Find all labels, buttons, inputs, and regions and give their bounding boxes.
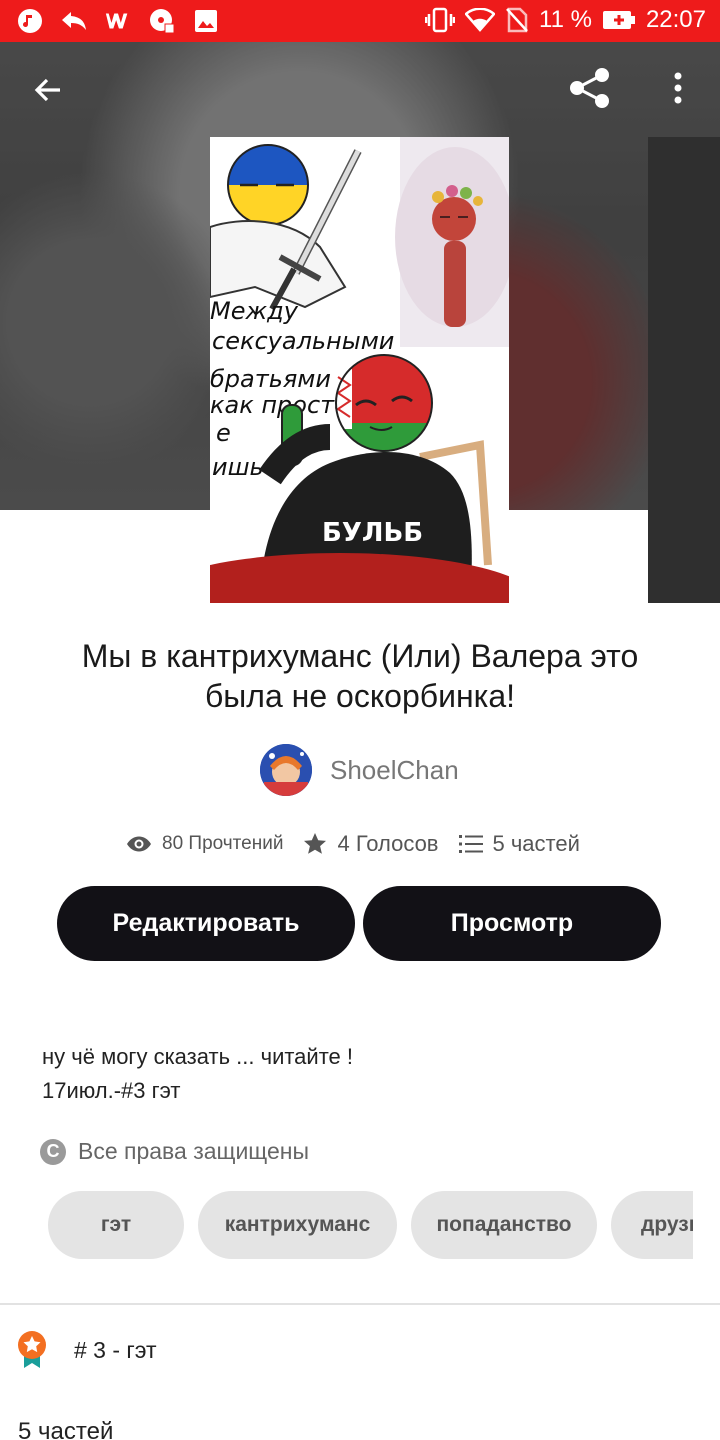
arrow-left-icon [34, 78, 60, 102]
no-sim-icon [505, 7, 529, 33]
cover-text-line-5: е [216, 419, 231, 447]
list-icon [458, 835, 483, 853]
votes-count: 4 Голосов [337, 831, 439, 856]
ranking-row[interactable]: # 3 - гэт [16, 1330, 157, 1370]
story-title: Мы в кантрихуманс (Или) Валера это была … [81, 638, 639, 714]
cover-text-line-6: ишь [212, 453, 264, 481]
battery-text: 11 % [539, 6, 592, 33]
reads-stat: 80 Прочтений [126, 833, 283, 855]
story-description: ну чё могу сказать ... читайте ! 17июл.-… [42, 1040, 353, 1108]
wifi-icon [465, 8, 496, 32]
ranking-label: # 3 - гэт [74, 1336, 157, 1363]
parts-stat: 5 частей [458, 831, 580, 857]
copyright-icon: C [40, 1138, 66, 1165]
author-avatar[interactable] [260, 744, 312, 796]
description-line-1: ну чё могу сказать ... читайте ! [42, 1044, 353, 1069]
reply-icon [60, 7, 88, 35]
star-icon [304, 833, 327, 854]
music-icon [16, 7, 44, 35]
back-button[interactable] [20, 62, 76, 118]
tag-chip[interactable]: друзья [611, 1191, 693, 1259]
next-cover-preview[interactable] [648, 137, 720, 603]
view-button[interactable]: Просмотр [363, 886, 661, 961]
notification-icons [16, 7, 220, 35]
section-divider [0, 1303, 720, 1305]
cover-text-line-2: сексуальными [212, 327, 394, 355]
ranking-badge-icon [18, 1331, 46, 1368]
cover-text-line-1: Между [210, 297, 299, 325]
tag-list: гэт кантрихуманс попаданство друзья [48, 1191, 693, 1259]
share-icon [570, 68, 609, 108]
cover-text-line-4: как просто [210, 391, 349, 419]
share-button[interactable] [562, 60, 618, 116]
cd-icon [148, 7, 176, 35]
description-line-2: 17июл.-#3 гэт [42, 1078, 181, 1103]
wattpad-icon [104, 7, 132, 35]
parts-count: 5 частей [492, 831, 580, 856]
more-vert-icon [674, 72, 682, 104]
system-indicators: 11 % 22:07 [425, 6, 706, 34]
vibrate-icon [425, 7, 456, 33]
image-icon [192, 7, 220, 35]
author-link[interactable]: ShoelChan [260, 744, 459, 796]
cover-illustration: Между сексуальными братьями как просто е… [210, 137, 509, 603]
cover-text-line-3: братьями [210, 365, 331, 393]
parts-heading: 5 частей [18, 1418, 114, 1440]
more-options-button[interactable] [650, 60, 706, 116]
tag-chip[interactable]: гэт [48, 1191, 184, 1259]
copyright-notice: C Все права защищены [40, 1138, 309, 1165]
reads-count: 80 Прочтений [162, 833, 284, 854]
author-name[interactable]: ShoelChan [330, 755, 459, 786]
eye-icon [127, 836, 151, 852]
tag-chip[interactable]: кантрихуманс [198, 1191, 397, 1259]
copyright-label: Все права защищены [78, 1138, 309, 1164]
clock: 22:07 [645, 6, 706, 33]
battery-icon [602, 9, 636, 31]
edit-button[interactable]: Редактировать [57, 886, 355, 961]
story-stats: 80 Прочтений 4 Голосов 5 частей [126, 828, 600, 860]
status-bar: 11 % 22:07 [0, 0, 720, 42]
cover-shirt-text: БУЛЬБ [322, 518, 423, 548]
tag-chip[interactable]: попаданство [411, 1191, 597, 1259]
story-cover-image[interactable]: Между сексуальными братьями как просто е… [210, 137, 509, 603]
votes-stat: 4 Голосов [303, 831, 439, 857]
